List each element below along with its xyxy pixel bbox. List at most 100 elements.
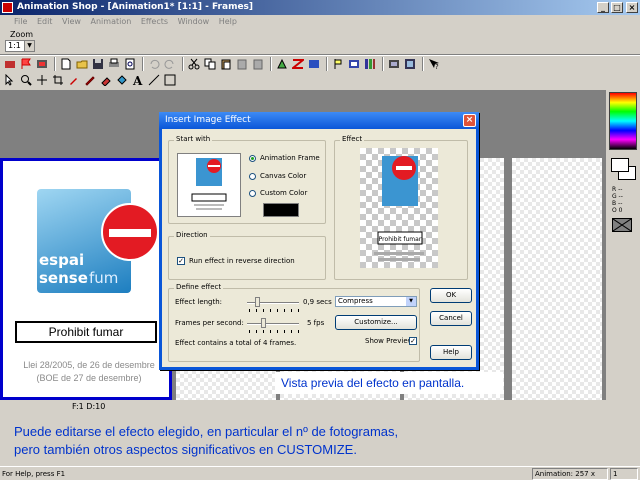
chevron-down-icon[interactable]: ▼ <box>406 297 416 306</box>
open-folder-icon[interactable] <box>75 57 89 71</box>
menu-edit[interactable]: Edit <box>37 17 53 26</box>
film-strip-icon[interactable] <box>387 57 401 71</box>
crop-tool-icon[interactable] <box>51 73 65 87</box>
transparent-swatch[interactable] <box>612 218 632 232</box>
cancel-button[interactable]: Cancel <box>430 311 472 326</box>
help-button[interactable]: Help <box>430 345 472 360</box>
reverse-direction-checkbox[interactable]: ✓ <box>177 257 185 265</box>
radio-canvas-color[interactable] <box>249 173 256 180</box>
dialog-title: Insert Image Effect <box>165 115 251 125</box>
line-tool-icon[interactable] <box>147 73 161 87</box>
flag-icon[interactable] <box>19 57 33 71</box>
redo-icon[interactable] <box>163 57 177 71</box>
prohibit-label: Prohibit fumar <box>15 321 157 343</box>
fill-tool-icon[interactable] <box>115 73 129 87</box>
zoom-select[interactable]: 1:1 ▼ <box>5 40 35 52</box>
effect-type-select[interactable]: Compress ▼ <box>335 296 417 307</box>
law-reference: Llei 28/2005, de 26 de desembre (BOE de … <box>9 359 169 385</box>
effect-length-ticks <box>249 309 299 312</box>
paste-new-icon[interactable] <box>235 57 249 71</box>
color-values: R -- G -- B -- O 0 <box>612 186 623 214</box>
dropper-tool-icon[interactable] <box>67 73 81 87</box>
text-effect-icon[interactable] <box>307 57 321 71</box>
copy-icon[interactable] <box>203 57 217 71</box>
radio-animation-frame[interactable] <box>249 155 256 162</box>
fps-label: Frames per second: <box>175 319 244 327</box>
menu-help[interactable]: Help <box>219 17 237 26</box>
effects-icon[interactable] <box>275 57 289 71</box>
save-icon[interactable] <box>91 57 105 71</box>
print-preview-icon[interactable] <box>123 57 137 71</box>
ok-button[interactable]: OK <box>430 288 472 303</box>
frame-caption: F:1 D:10 <box>72 402 106 411</box>
arrow-tool-icon[interactable] <box>3 73 17 87</box>
foreground-color-swatch[interactable] <box>611 158 629 172</box>
zoom-label: Zoom <box>10 30 34 39</box>
menu-view[interactable]: View <box>62 17 81 26</box>
start-with-group: Start with Animation Frame Canvas Color … <box>168 135 326 224</box>
radio-custom-color[interactable] <box>249 190 256 197</box>
color-picker[interactable] <box>609 92 637 150</box>
window-title: Animation Shop - [Animation1* [1:1] - Fr… <box>17 2 254 12</box>
paste-frame-icon[interactable] <box>251 57 265 71</box>
paste-icon[interactable] <box>219 57 233 71</box>
opacity-value: O 0 <box>612 207 623 214</box>
separator <box>326 57 328 71</box>
menu-effects[interactable]: Effects <box>141 17 168 26</box>
separator <box>182 57 184 71</box>
minimize-button[interactable]: _ <box>597 2 609 13</box>
customize-button[interactable]: Customize... <box>335 315 417 330</box>
show-preview-checkbox[interactable]: ✓ <box>409 337 417 345</box>
brush-tool-icon[interactable] <box>83 73 97 87</box>
vcr-icon[interactable] <box>3 57 17 71</box>
frame-1[interactable]: espai sense fum Prohibit fumar Llei 28/2… <box>0 158 172 400</box>
define-effect-group: Define effect Effect length: 0,9 secs Co… <box>168 283 420 362</box>
fps-slider[interactable] <box>247 323 299 325</box>
dialog-close-button[interactable]: × <box>463 114 476 127</box>
effect-label: Effect <box>340 135 365 143</box>
red-value: R -- <box>612 186 623 193</box>
close-button[interactable]: × <box>626 2 638 13</box>
svg-text:A: A <box>132 74 143 86</box>
thumbnail-image <box>191 158 227 210</box>
chevron-down-icon[interactable]: ▼ <box>24 41 34 51</box>
mover-tool-icon[interactable] <box>35 73 49 87</box>
color-palette: R -- G -- B -- O 0 <box>606 90 640 466</box>
insert-image-effect-dialog: Insert Image Effect × Start with Animati… <box>159 112 479 370</box>
effect-length-thumb[interactable] <box>255 297 260 307</box>
menu-window[interactable]: Window <box>178 17 210 26</box>
text-tool-icon[interactable]: A <box>131 73 145 87</box>
logo-line2b: fum <box>89 269 119 287</box>
svg-text:?: ? <box>435 63 439 70</box>
view-animation-icon[interactable] <box>363 57 377 71</box>
logo-line2: sense <box>39 269 88 287</box>
status-help: For Help, press F1 <box>2 470 66 478</box>
custom-color-swatch[interactable] <box>263 203 299 217</box>
cut-icon[interactable] <box>187 57 201 71</box>
banner-wizard-icon[interactable] <box>331 57 345 71</box>
blue-value: B -- <box>612 200 623 207</box>
fps-value: 5 fps <box>307 319 325 327</box>
app-icon[interactable] <box>2 2 13 13</box>
eraser-tool-icon[interactable] <box>99 73 113 87</box>
frame-cell-5[interactable] <box>512 158 602 400</box>
maximize-button[interactable]: □ <box>611 2 623 13</box>
menu-animation[interactable]: Animation <box>91 17 132 26</box>
film-icon[interactable] <box>35 57 49 71</box>
context-help-icon[interactable]: ? <box>427 57 441 71</box>
optimize-icon[interactable] <box>403 57 417 71</box>
new-file-icon[interactable] <box>59 57 73 71</box>
zoom-tool-icon[interactable] <box>19 73 33 87</box>
undo-icon[interactable] <box>147 57 161 71</box>
menu-file[interactable]: File <box>14 17 27 26</box>
fps-thumb[interactable] <box>261 318 266 328</box>
effect-type-value: Compress <box>338 297 373 305</box>
print-icon[interactable] <box>107 57 121 71</box>
frame-properties-icon[interactable] <box>347 57 361 71</box>
reverse-direction-label: Run effect in reverse direction <box>189 257 295 265</box>
shape-tool-icon[interactable] <box>163 73 177 87</box>
transition-icon[interactable] <box>291 57 305 71</box>
status-animation-size: Animation: 257 x 376 <box>532 468 608 480</box>
status-frame-count: 1 frames <box>610 468 638 480</box>
separator <box>54 57 56 71</box>
